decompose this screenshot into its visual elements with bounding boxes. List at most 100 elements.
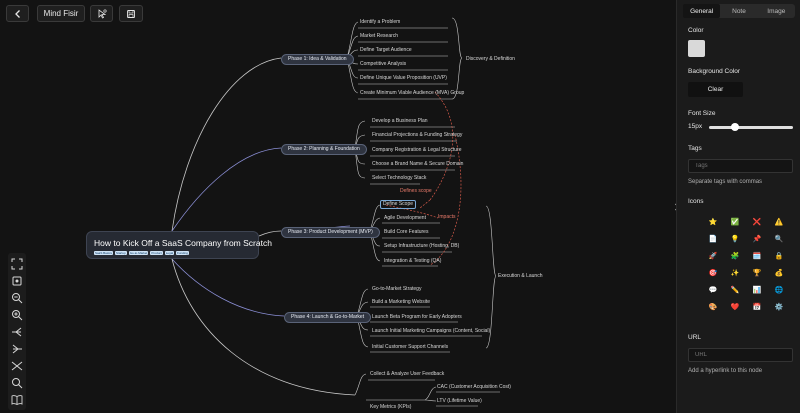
target-icon[interactable]: 🎯 <box>702 264 724 281</box>
tag: SaaS Basics <box>94 251 114 255</box>
tab-general[interactable]: General <box>683 4 721 18</box>
star-icon[interactable]: ⭐ <box>702 213 724 230</box>
canvas-tools <box>8 253 26 410</box>
mindmap-node[interactable]: Build Core Features <box>384 229 428 236</box>
color-label: Color <box>688 27 704 34</box>
mindmap-node[interactable]: Select Technology Stack <box>372 175 426 182</box>
palette-icon[interactable]: 🎨 <box>702 298 724 315</box>
book-icon[interactable] <box>11 393 23 406</box>
chevron-left-icon <box>14 9 20 18</box>
phase-3-node[interactable]: Phase 3: Product Development (MVP) <box>281 227 380 238</box>
pencil-icon[interactable]: ✏️ <box>724 281 746 298</box>
puzzle-icon[interactable]: 🧩 <box>724 247 746 264</box>
background-color-label: Background Color <box>688 68 741 75</box>
layout-right-icon[interactable] <box>11 325 23 337</box>
lock-icon[interactable]: 🔒 <box>768 247 790 264</box>
mindmap-node[interactable]: Develop a Business Plan <box>372 118 428 125</box>
pointer-settings-icon <box>98 8 107 19</box>
magnifier-icon[interactable]: 🔍 <box>768 230 790 247</box>
root-title: How to Kick Off a SaaS Company from Scra… <box>94 238 272 248</box>
layout-both-icon[interactable] <box>11 359 23 371</box>
mindmap-node[interactable]: CAC (Customer Acquisition Cost) <box>437 384 511 391</box>
layout-left-icon[interactable] <box>11 342 23 354</box>
mindmap-node-selected[interactable]: Define Scope <box>380 200 417 209</box>
mindmap-node[interactable]: Collect & Analyze User Feedback <box>370 371 444 378</box>
color-swatch[interactable] <box>688 40 705 57</box>
group-label-execution[interactable]: Execution & Launch <box>498 273 542 280</box>
gear-icon[interactable]: ⚙️ <box>768 298 790 315</box>
mindmap-node[interactable]: Identify a Problem <box>360 19 400 26</box>
mindmap-node[interactable]: Define Unique Value Proposition (UVP) <box>360 75 447 82</box>
group-label-discovery[interactable]: Discovery & Definition <box>466 56 515 63</box>
mindmap-node[interactable]: Integration & Testing (QA) <box>384 258 441 265</box>
root-tags: SaaS Basics Startup Go-to-Market Product… <box>94 251 189 255</box>
url-label: URL <box>688 334 702 341</box>
sparkle-icon[interactable]: ✨ <box>724 264 746 281</box>
cross-icon[interactable]: ❌ <box>746 213 768 230</box>
mindmap-node[interactable]: Competitive Analysis <box>360 61 406 68</box>
mindmap-node[interactable]: Choose a Brand Name & Secure Domain <box>372 161 463 168</box>
mindmap-node[interactable]: Financial Projections & Funding Strategy <box>372 132 462 139</box>
phase-4-node[interactable]: Phase 4: Launch & Go-to-Market <box>284 312 372 323</box>
search-icon[interactable] <box>11 376 23 389</box>
check-icon[interactable]: ✅ <box>724 213 746 230</box>
globe-icon[interactable]: 🌐 <box>768 281 790 298</box>
font-size-slider[interactable] <box>709 126 793 129</box>
trophy-icon[interactable]: 🏆 <box>746 264 768 281</box>
mindmap-node[interactable]: Key Metrics (KPIs) <box>370 404 411 411</box>
phase-2-node[interactable]: Phase 2: Planning & Foundation <box>281 144 367 155</box>
tags-label: Tags <box>688 145 702 152</box>
phase-1-node[interactable]: Phase 1: Idea & Validation <box>281 54 354 65</box>
mindmap-node[interactable]: Company Registration & Legal Structure <box>372 147 462 154</box>
warning-icon[interactable]: ⚠️ <box>768 213 790 230</box>
lightbulb-icon[interactable]: 💡 <box>724 230 746 247</box>
calendar-icon[interactable]: 🗓️ <box>746 247 768 264</box>
speech-bubble-icon[interactable]: 💬 <box>702 281 724 298</box>
tag: Legal <box>164 251 175 255</box>
properties-panel: General Note Image Color Background Colo… <box>676 0 800 413</box>
mindmap-node[interactable]: Launch Beta Program for Early Adopters <box>372 314 462 321</box>
icon-picker: ⭐ ✅ ❌ ⚠️ 📄 💡 📌 🔍 🚀 🧩 🗓️ 🔒 🎯 ✨ 🏆 💰 💬 ✏️ 📊… <box>702 213 792 315</box>
save-button[interactable] <box>119 5 143 22</box>
date-icon[interactable]: 📅 <box>746 298 768 315</box>
tab-image[interactable]: Image <box>758 4 795 18</box>
pointer-settings-button[interactable] <box>90 5 113 22</box>
heart-icon[interactable]: ❤️ <box>724 298 746 315</box>
mindmap-node[interactable]: Setup Infrastructure (Hosting, DB) <box>384 243 459 250</box>
money-bag-icon[interactable]: 💰 <box>768 264 790 281</box>
tags-input[interactable] <box>688 159 793 173</box>
relation-label-defines-scope[interactable]: Defines scope <box>400 188 432 195</box>
mindmap-node[interactable]: Market Research <box>360 33 398 40</box>
relation-label-impacts[interactable]: Impacts <box>438 214 456 221</box>
zoom-out-icon[interactable] <box>11 291 23 304</box>
font-size-label: Font Size <box>688 110 716 117</box>
tag: Startup <box>115 251 127 255</box>
tag: Product <box>150 251 163 255</box>
back-button[interactable] <box>6 5 29 22</box>
mindmap-node[interactable]: LTV (Lifetime Value) <box>437 398 482 405</box>
mindmap-node[interactable]: Agile Development <box>384 215 426 222</box>
root-node[interactable]: How to Kick Off a SaaS Company from Scra… <box>86 231 272 259</box>
fullscreen-icon[interactable] <box>11 257 23 270</box>
zoom-in-icon[interactable] <box>11 308 23 321</box>
url-helper-text: Add a hyperlink to this node <box>688 368 763 374</box>
mindmap-node[interactable]: Initial Customer Support Channels <box>372 344 448 351</box>
mindmap-node[interactable]: Go-to-Market Strategy <box>372 286 421 293</box>
font-size-slider-handle[interactable] <box>731 123 740 131</box>
rocket-icon[interactable]: 🚀 <box>702 247 724 264</box>
mindmap-node[interactable]: Create Minimum Viable Audience (MVA) Gro… <box>360 90 464 97</box>
mindmap-node[interactable]: Define Target Audience <box>360 47 412 54</box>
fit-view-icon[interactable] <box>11 274 23 286</box>
pin-icon[interactable]: 📌 <box>746 230 768 247</box>
mindmap-node[interactable]: Launch Initial Marketing Campaigns (Cont… <box>372 328 490 335</box>
url-input[interactable] <box>688 348 793 362</box>
chart-icon[interactable]: 📊 <box>746 281 768 298</box>
tab-note[interactable]: Note <box>720 4 757 18</box>
mind-map-canvas[interactable]: How to Kick Off a SaaS Company from Scra… <box>0 0 672 413</box>
font-size-value: 15px <box>688 123 703 130</box>
mindmap-node[interactable]: Build a Marketing Website <box>372 299 430 306</box>
app-title-button[interactable]: Mind Fisir <box>37 5 85 22</box>
document-icon[interactable]: 📄 <box>702 230 724 247</box>
icons-label: Icons <box>688 198 704 205</box>
clear-background-button[interactable]: Clear <box>688 82 743 97</box>
